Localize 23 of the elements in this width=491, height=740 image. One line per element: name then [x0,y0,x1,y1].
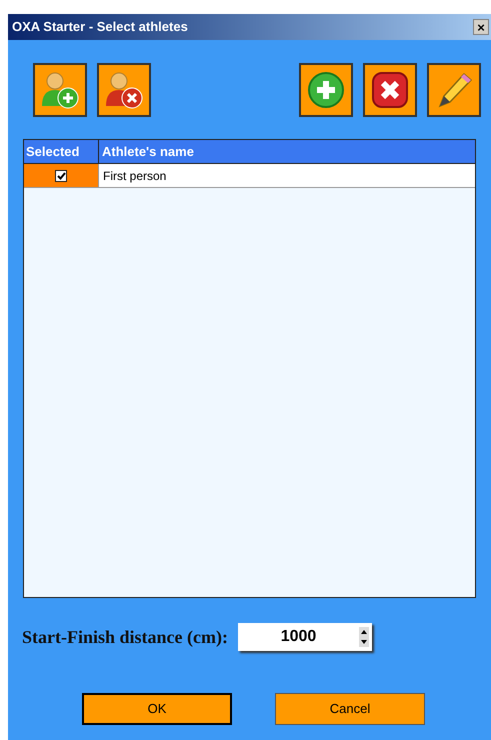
dialog-button[interactable]: Cancel [275,693,425,725]
distance-label: Start-Finish distance (cm): [22,626,228,649]
distance-spinbox[interactable]: 1000 [238,623,372,651]
check-icon [56,172,66,180]
person-plus-icon [40,70,80,110]
remove-athlete-button[interactable] [97,63,151,117]
column-header: Selected [24,140,99,163]
x-square-icon [371,71,409,109]
add-button[interactable] [299,63,353,117]
person-remove-icon [104,70,144,110]
column-header: Athlete's name [101,143,195,161]
plus-circle-icon [307,71,345,109]
checkbox[interactable] [55,170,67,182]
dialog-button[interactable]: OK [82,693,232,725]
table-cell-text: First person [102,168,168,185]
close-button[interactable]: × [473,19,489,35]
down-arrow-icon[interactable] [358,637,369,647]
up-arrow-icon[interactable] [358,627,369,637]
window-title: OXA Starter - Select athletes [12,18,188,36]
add-athlete-button[interactable] [33,63,87,117]
edit-button[interactable] [427,63,481,117]
delete-button[interactable] [363,63,417,117]
distance-value: 1000 [280,627,318,647]
